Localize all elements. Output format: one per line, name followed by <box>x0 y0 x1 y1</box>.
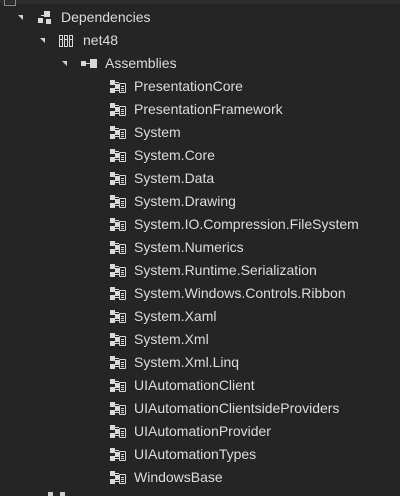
assembly-reference-icon <box>110 148 126 164</box>
dependencies-icon <box>37 10 53 26</box>
assembly-reference-icon <box>110 217 126 233</box>
framework-icon <box>59 33 75 49</box>
assembly-reference-label: PresentationFramework <box>134 101 283 117</box>
assembly-reference-item[interactable]: PresentationFramework <box>0 98 400 121</box>
assembly-reference-label: System.Runtime.Serialization <box>134 262 317 278</box>
assembly-reference-item[interactable]: System.Xml <box>0 328 400 351</box>
assembly-reference-label: System.Numerics <box>134 239 244 255</box>
assembly-reference-label: PresentationCore <box>134 78 243 94</box>
expanded-arrow-icon[interactable] <box>40 38 45 43</box>
assembly-reference-icon <box>110 309 126 325</box>
assembly-reference-item[interactable]: System.IO.Compression.FileSystem <box>0 213 400 236</box>
assembly-reference-label: WindowsBase <box>134 469 223 485</box>
assembly-reference-label: System.Core <box>134 147 215 163</box>
tree-node-label: Dependencies <box>61 9 151 25</box>
assembly-reference-icon <box>110 102 126 118</box>
assembly-reference-item[interactable]: WindowsBase <box>0 466 400 489</box>
tree-node-label: Assemblies <box>105 55 177 71</box>
assembly-reference-label: System.Windows.Controls.Ribbon <box>134 285 346 301</box>
assembly-reference-icon <box>110 355 126 371</box>
assembly-reference-icon <box>110 125 126 141</box>
assembly-reference-icon <box>110 194 126 210</box>
assembly-reference-item[interactable]: System <box>0 121 400 144</box>
assembly-reference-item[interactable]: UIAutomationClient <box>0 374 400 397</box>
solution-explorer-tree: Dependencies net48 Assemblies Presentati… <box>0 0 400 496</box>
assembly-reference-item[interactable]: System.Drawing <box>0 190 400 213</box>
assembly-reference-label: UIAutomationClientsideProviders <box>134 400 340 416</box>
assembly-reference-label: UIAutomationTypes <box>134 446 257 462</box>
assembly-reference-label: System.Xml.Linq <box>134 354 240 370</box>
assembly-reference-label: UIAutomationProvider <box>134 423 271 439</box>
expanded-arrow-icon[interactable] <box>18 15 23 20</box>
tree-node-assemblies[interactable]: Assemblies <box>0 52 400 75</box>
assembly-reference-item[interactable]: UIAutomationClientsideProviders <box>0 397 400 420</box>
tree-node-dependencies[interactable]: Dependencies <box>0 6 400 29</box>
assembly-reference-icon <box>110 240 126 256</box>
assembly-reference-label: UIAutomationClient <box>134 377 255 393</box>
assembly-reference-label: System.Xaml <box>134 308 217 324</box>
assembly-reference-item[interactable]: UIAutomationTypes <box>0 443 400 466</box>
next-tree-node-partial <box>46 490 106 496</box>
assembly-reference-icon <box>110 470 126 486</box>
tree-node-label: net48 <box>83 32 119 48</box>
assembly-reference-item[interactable]: System.Windows.Controls.Ribbon <box>0 282 400 305</box>
assembly-reference-icon <box>110 378 126 394</box>
assembly-reference-item[interactable]: UIAutomationProvider <box>0 420 400 443</box>
assembly-reference-icon <box>110 401 126 417</box>
assembly-reference-label: System.IO.Compression.FileSystem <box>134 216 359 232</box>
assembly-reference-item[interactable]: System.Core <box>0 144 400 167</box>
assembly-reference-label: System.Xml <box>134 331 209 347</box>
assembly-reference-item[interactable]: System.Xml.Linq <box>0 351 400 374</box>
assembly-reference-item[interactable]: System.Numerics <box>0 236 400 259</box>
assembly-reference-icon <box>110 424 126 440</box>
assembly-reference-icon <box>110 286 126 302</box>
assembly-reference-label: System <box>134 124 181 140</box>
assembly-reference-item[interactable]: System.Data <box>0 167 400 190</box>
assembly-reference-item[interactable]: PresentationCore <box>0 75 400 98</box>
assembly-reference-icon <box>110 447 126 463</box>
assembly-reference-icon <box>110 79 126 95</box>
tree-node-framework[interactable]: net48 <box>0 29 400 52</box>
assembly-reference-label: System.Data <box>134 170 215 186</box>
assembly-reference-item[interactable]: System.Xaml <box>0 305 400 328</box>
assemblies-icon <box>81 56 97 72</box>
assembly-reference-label: System.Drawing <box>134 193 236 209</box>
assembly-reference-item[interactable]: System.Runtime.Serialization <box>0 259 400 282</box>
assembly-reference-icon <box>110 332 126 348</box>
assembly-reference-icon <box>110 171 126 187</box>
assembly-reference-icon <box>110 263 126 279</box>
expanded-arrow-icon[interactable] <box>62 61 67 66</box>
